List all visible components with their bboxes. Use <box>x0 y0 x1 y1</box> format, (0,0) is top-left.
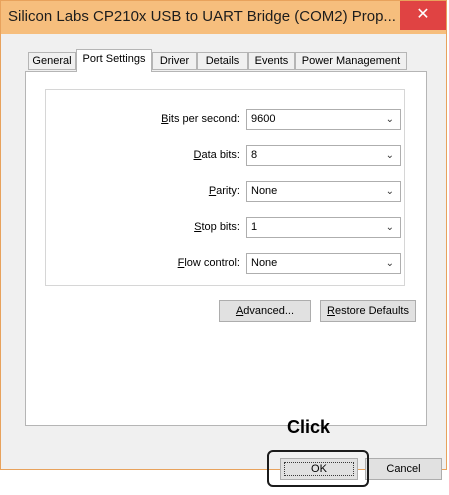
flow-control-select[interactable]: None ⌄ <box>246 253 401 274</box>
restore-defaults-button[interactable]: Restore Defaults <box>320 300 416 322</box>
cancel-button[interactable]: Cancel <box>365 458 442 480</box>
close-button[interactable]: ✕ <box>400 1 446 30</box>
chevron-down-icon: ⌄ <box>385 186 394 197</box>
bits-per-second-select[interactable]: 9600 ⌄ <box>246 109 401 130</box>
tab-driver[interactable]: Driver <box>152 52 197 70</box>
flow-control-value: None <box>251 257 278 269</box>
parity-row: Parity: None ⌄ <box>46 181 404 205</box>
stop-bits-label: Stop bits: <box>194 221 240 233</box>
tab-general[interactable]: General <box>28 52 76 70</box>
chevron-down-icon: ⌄ <box>385 150 394 161</box>
stop-bits-row: Stop bits: 1 ⌄ <box>46 217 404 241</box>
parity-value: None <box>251 185 278 197</box>
title-bar: Silicon Labs CP210x USB to UART Bridge (… <box>1 1 446 34</box>
close-icon: ✕ <box>416 6 430 23</box>
tab-details[interactable]: Details <box>197 52 248 70</box>
data-bits-select[interactable]: 8 ⌄ <box>246 145 401 166</box>
window-title: Silicon Labs CP210x USB to UART Bridge (… <box>8 8 396 25</box>
settings-group: Bits per second: 9600 ⌄ Data bits: 8 ⌄ P… <box>45 89 405 286</box>
bits-per-second-value: 9600 <box>251 113 276 125</box>
properties-dialog: Silicon Labs CP210x USB to UART Bridge (… <box>0 0 447 480</box>
parity-label: Parity: <box>208 185 240 197</box>
flow-control-label: Flow control: <box>177 257 240 269</box>
chevron-down-icon: ⌄ <box>385 222 394 233</box>
chevron-down-icon: ⌄ <box>385 258 394 269</box>
ok-highlight-outline <box>267 450 369 487</box>
data-bits-row: Data bits: 8 ⌄ <box>46 145 404 169</box>
stop-bits-value: 1 <box>251 221 258 233</box>
data-bits-label: Data bits: <box>193 149 240 161</box>
click-annotation: Click <box>287 417 331 437</box>
flow-control-row: Flow control: None ⌄ <box>46 253 404 277</box>
tab-events[interactable]: Events <box>248 52 295 70</box>
port-settings-panel: Bits per second: 9600 ⌄ Data bits: 8 ⌄ P… <box>25 71 427 426</box>
stop-bits-select[interactable]: 1 ⌄ <box>246 217 401 238</box>
parity-select[interactable]: None ⌄ <box>246 181 401 202</box>
tab-port-settings[interactable]: Port Settings <box>76 49 152 72</box>
tab-power-management[interactable]: Power Management <box>295 52 407 70</box>
chevron-down-icon: ⌄ <box>385 114 394 125</box>
bits-per-second-label: Bits per second: <box>161 113 240 125</box>
data-bits-value: 8 <box>251 149 258 161</box>
advanced-button[interactable]: Advanced... <box>219 300 311 322</box>
bits-per-second-row: Bits per second: 9600 ⌄ <box>46 109 404 133</box>
